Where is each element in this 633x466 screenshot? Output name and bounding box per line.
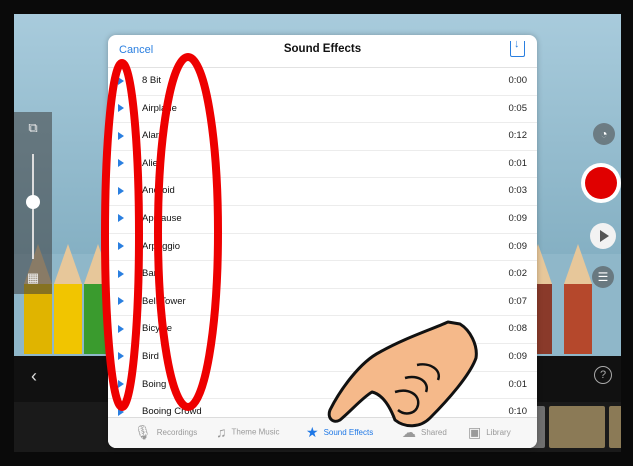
sound-duration: 0:10 xyxy=(508,406,528,418)
sound-name: 8 Bit xyxy=(142,75,162,86)
list-item[interactable]: Airplane 0:05 xyxy=(108,96,537,124)
play-icon[interactable] xyxy=(118,214,124,223)
sheet-title: Sound Effects xyxy=(283,43,362,55)
clip-thumbnail[interactable] xyxy=(609,406,621,448)
sound-name: Bark xyxy=(142,268,162,280)
play-icon[interactable] xyxy=(118,131,124,140)
copy-icon[interactable]: ⧉ xyxy=(23,120,43,136)
microphone-icon: 🎙︎ xyxy=(134,424,152,440)
back-chevron-icon[interactable]: ‹ xyxy=(31,366,37,387)
play-icon[interactable] xyxy=(118,76,124,85)
sound-duration: 0:12 xyxy=(508,130,528,142)
tab-label: Recordings xyxy=(156,428,198,437)
play-button[interactable] xyxy=(590,223,616,249)
sound-duration: 0:02 xyxy=(508,268,528,280)
sound-name: Applause xyxy=(142,212,182,224)
play-icon[interactable] xyxy=(118,324,124,333)
play-icon[interactable] xyxy=(118,407,124,416)
sound-duration: 0:01 xyxy=(508,157,528,169)
import-icon[interactable]: ↓ xyxy=(510,39,525,57)
list-item[interactable]: Boing 0:01 xyxy=(108,372,537,400)
tab-label: Sound Effects xyxy=(323,428,374,437)
play-icon[interactable] xyxy=(118,186,124,195)
sheet-header: Cancel Sound Effects ↓ xyxy=(108,35,537,68)
sound-name: Arpeggio xyxy=(142,240,181,252)
sound-name: Booing Crowd xyxy=(142,406,202,418)
tab-shared[interactable]: ☁ Shared xyxy=(402,424,447,441)
tab-label: Library xyxy=(486,428,511,437)
play-icon[interactable] xyxy=(118,159,124,168)
list-item[interactable]: Alarm 0:12 xyxy=(108,123,537,151)
pencil xyxy=(54,244,82,354)
sound-name: Bird xyxy=(142,350,159,362)
sound-effects-sheet: Cancel Sound Effects ↓ 8 Bit 0:00 Airplan… xyxy=(108,35,537,448)
star-icon: ★ xyxy=(306,424,319,440)
sound-duration: 0:09 xyxy=(508,350,528,362)
sound-name: Boing xyxy=(142,378,167,390)
tab-label: Shared xyxy=(421,428,447,437)
grid-icon[interactable]: ▦ xyxy=(23,270,43,286)
list-item[interactable]: 8 Bit 0:00 xyxy=(108,68,537,96)
list-item[interactable]: Android 0:03 xyxy=(108,178,537,206)
sound-duration: 0:05 xyxy=(508,102,528,114)
list-item[interactable]: Bark 0:02 xyxy=(108,261,537,289)
sound-name: Alarm xyxy=(142,130,167,142)
tab-recordings[interactable]: 🎙︎ Recordings xyxy=(134,424,197,441)
sound-duration: 0:09 xyxy=(508,212,528,224)
sound-duration: 0:01 xyxy=(508,378,528,390)
sound-name: Bicycle xyxy=(142,323,173,335)
list-item[interactable]: Bird 0:09 xyxy=(108,344,537,372)
tab-sound-effects[interactable]: ★ Sound Effects xyxy=(306,424,373,441)
pencil xyxy=(564,244,592,354)
sound-duration: 0:00 xyxy=(508,75,528,86)
play-icon[interactable] xyxy=(118,104,124,113)
timer-icon[interactable]: ◔ xyxy=(593,123,615,145)
play-icon[interactable] xyxy=(118,297,124,306)
sound-name: Bell Tower xyxy=(142,295,186,307)
play-icon[interactable] xyxy=(118,380,124,389)
zoom-slider-knob[interactable] xyxy=(26,195,40,209)
sound-duration: 0:09 xyxy=(508,240,528,252)
sound-name: Airplane xyxy=(142,102,177,114)
tab-library[interactable]: ▣ Library xyxy=(468,424,511,441)
list-item[interactable]: Bicycle 0:08 xyxy=(108,316,537,344)
list-item[interactable]: Alien 0:01 xyxy=(108,151,537,179)
library-icon: ▣ xyxy=(468,424,482,440)
sound-duration: 0:07 xyxy=(508,295,528,307)
play-icon[interactable] xyxy=(118,269,124,278)
play-icon[interactable] xyxy=(118,352,124,361)
sound-name: Android xyxy=(142,185,175,197)
tab-bar: 🎙︎ Recordings ♫ Theme Music ★ Sound Effects… xyxy=(108,417,537,448)
list-item[interactable]: Bell Tower 0:07 xyxy=(108,289,537,317)
clip-thumbnail[interactable] xyxy=(549,406,605,448)
sound-name: Alien xyxy=(142,157,164,169)
play-icon[interactable] xyxy=(118,242,124,251)
help-icon[interactable]: ? xyxy=(594,366,612,384)
effects-icon[interactable]: ☰ xyxy=(592,266,614,288)
sound-duration: 0:08 xyxy=(508,323,528,335)
sound-list: 8 Bit 0:00 Airplane 0:05 Alarm 0:12 Alien 0:… xyxy=(108,68,537,427)
list-item[interactable]: Arpeggio 0:09 xyxy=(108,234,537,262)
record-dot-icon xyxy=(585,167,617,199)
tab-theme-music[interactable]: ♫ Theme Music xyxy=(216,424,280,440)
shared-icon: ☁ xyxy=(402,424,416,440)
list-item[interactable]: Applause 0:09 xyxy=(108,206,537,234)
sound-duration: 0:03 xyxy=(508,185,528,197)
music-note-icon: ♫ xyxy=(216,424,227,440)
tab-label: Theme Music xyxy=(231,427,280,437)
